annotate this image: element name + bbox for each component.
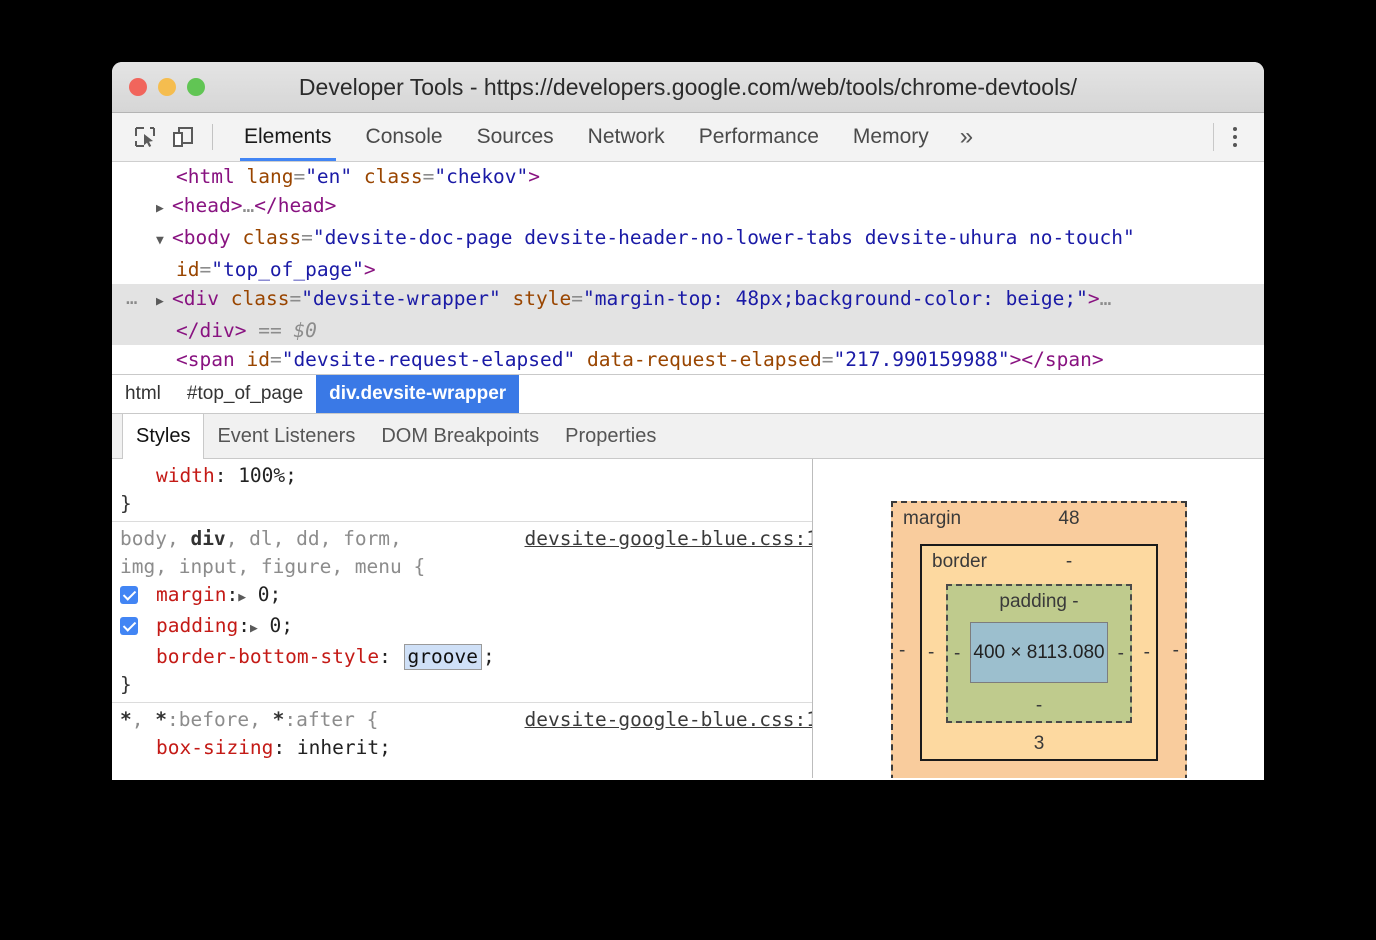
styles-pane[interactable]: width: 100%; } body, div, dl, dd, form, …	[112, 459, 813, 778]
css-rule-universal: *, *:before, *:after { devsite-google-bl…	[112, 702, 812, 765]
declaration-width[interactable]: width: 100%;	[112, 462, 812, 490]
expand-shorthand-triangle-icon[interactable]: ▶	[250, 615, 258, 643]
box-model-margin-bottom[interactable]: -	[893, 773, 1185, 778]
stylesheet-origin-link[interactable]: devsite-google-blue.css:1	[525, 525, 814, 553]
toolbar-right-group	[1213, 113, 1252, 161]
box-model-padding[interactable]: padding - - - - 400 × 8113.080	[946, 584, 1132, 723]
breadcrumb-item-html[interactable]: html	[112, 375, 174, 413]
hidden-nodes-badge[interactable]: …	[126, 284, 138, 313]
expand-shorthand-triangle-icon[interactable]: ▶	[238, 584, 246, 612]
inspect-element-icon[interactable]	[126, 120, 164, 154]
box-model-border-left[interactable]: -	[928, 642, 934, 664]
title-bar: Developer Tools - https://developers.goo…	[112, 62, 1264, 113]
tab-event-listeners[interactable]: Event Listeners	[204, 414, 368, 458]
dom-row-span-elapsed[interactable]: <span id="devsite-request-elapsed" data-…	[112, 345, 1264, 374]
css-rule-reset: body, div, dl, dd, form, devsite-google-…	[112, 521, 812, 702]
devtools-window: Developer Tools - https://developers.goo…	[112, 62, 1264, 780]
box-model-padding-label-and-top: padding -	[948, 591, 1130, 613]
tab-network[interactable]: Network	[571, 113, 682, 161]
declaration-padding[interactable]: padding:▶ 0;	[112, 612, 812, 643]
collapse-triangle-icon[interactable]	[156, 226, 172, 255]
property-value-editor[interactable]: groove	[404, 644, 482, 670]
property-name[interactable]: width	[156, 464, 215, 487]
box-model-margin-top[interactable]: 48	[893, 508, 1185, 530]
more-tabs-chevron-icon[interactable]: »	[946, 113, 987, 161]
traffic-light-group	[112, 78, 205, 96]
property-name[interactable]: box-sizing	[156, 736, 273, 759]
css-rule-partial: width: 100%; }	[112, 459, 812, 521]
panel-tabs: Elements Console Sources Network Perform…	[227, 113, 987, 161]
styles-and-boxmodel: width: 100%; } body, div, dl, dd, form, …	[112, 459, 1264, 778]
dom-row-body-continued: id="top_of_page">	[112, 255, 1264, 284]
box-model-padding-top[interactable]: -	[1072, 591, 1078, 612]
more-options-icon[interactable]	[1218, 120, 1252, 154]
tab-sources[interactable]: Sources	[460, 113, 571, 161]
property-value[interactable]: 100%	[238, 464, 285, 487]
declaration-enabled-checkbox[interactable]	[120, 617, 138, 635]
box-model-border-top[interactable]: -	[922, 551, 1156, 573]
close-window-button[interactable]	[129, 78, 147, 96]
rule-closing-brace: }	[112, 671, 812, 699]
box-model-padding-bottom[interactable]: -	[948, 695, 1130, 717]
device-toolbar-icon[interactable]	[164, 120, 202, 154]
tab-memory[interactable]: Memory	[836, 113, 946, 161]
breadcrumb-item-div-devsite-wrapper[interactable]: div.devsite-wrapper	[316, 375, 519, 413]
dom-row-html[interactable]: <html lang="en" class="chekov">	[112, 162, 1264, 191]
tab-styles[interactable]: Styles	[122, 414, 204, 459]
box-model-border-bottom[interactable]: 3	[922, 733, 1156, 755]
breadcrumb: html #top_of_page div.devsite-wrapper	[112, 374, 1264, 414]
property-value[interactable]: inherit	[297, 736, 379, 759]
css-selector-line-1[interactable]: body, div, dl, dd, form, devsite-google-…	[112, 525, 812, 553]
tab-console[interactable]: Console	[349, 113, 460, 161]
minimize-window-button[interactable]	[158, 78, 176, 96]
expand-triangle-icon[interactable]	[156, 287, 172, 316]
property-name[interactable]: padding	[156, 614, 238, 637]
property-name[interactable]: border-bottom-style	[156, 645, 379, 668]
breadcrumb-item-top-of-page[interactable]: #top_of_page	[174, 375, 316, 413]
declaration-enabled-checkbox[interactable]	[120, 586, 138, 604]
box-model-pane: margin 48 - - - border - - - 3 padding -	[813, 459, 1264, 778]
tab-dom-breakpoints[interactable]: DOM Breakpoints	[368, 414, 552, 458]
box-model-content-size[interactable]: 400 × 8113.080	[970, 622, 1108, 683]
box-model-border-right[interactable]: -	[1144, 642, 1150, 664]
styles-sidebar-tabs: Styles Event Listeners DOM Breakpoints P…	[112, 414, 1264, 459]
box-model-margin-right[interactable]: -	[1173, 640, 1179, 662]
stylesheet-origin-link[interactable]: devsite-google-blue.css:1	[525, 706, 814, 734]
property-name[interactable]: margin	[156, 583, 226, 606]
toolbar-divider	[212, 124, 213, 150]
dom-tree[interactable]: <html lang="en" class="chekov"> <head>…<…	[112, 162, 1264, 374]
declaration-margin[interactable]: margin:▶ 0;	[112, 581, 812, 612]
window-title: Developer Tools - https://developers.goo…	[112, 74, 1264, 101]
box-model-border[interactable]: border - - - 3 padding - - - - 400 × 811…	[920, 544, 1158, 761]
dom-row-body[interactable]: <body class="devsite-doc-page devsite-he…	[112, 223, 1264, 255]
box-model-padding-left[interactable]: -	[954, 643, 960, 665]
property-value[interactable]: 0	[270, 614, 282, 637]
tab-properties[interactable]: Properties	[552, 414, 669, 458]
box-model-padding-right[interactable]: -	[1118, 643, 1124, 665]
declaration-box-sizing[interactable]: box-sizing: inherit;	[112, 734, 812, 762]
expand-triangle-icon[interactable]	[156, 194, 172, 223]
box-model-padding-label: padding	[999, 591, 1067, 612]
box-model-margin-left[interactable]: -	[899, 640, 905, 662]
css-selector-line-2[interactable]: img, input, figure, menu {	[112, 553, 812, 581]
property-value[interactable]: 0	[258, 583, 270, 606]
css-selector-line-1[interactable]: *, *:before, *:after { devsite-google-bl…	[112, 706, 812, 734]
dom-row-div-close[interactable]: </div> == $0	[112, 316, 1264, 345]
toolbar-divider-right	[1213, 123, 1214, 151]
tab-performance[interactable]: Performance	[682, 113, 836, 161]
tab-elements[interactable]: Elements	[227, 113, 349, 161]
declaration-border-bottom-style[interactable]: border-bottom-style: groove;	[112, 643, 812, 671]
maximize-window-button[interactable]	[187, 78, 205, 96]
dom-row-head[interactable]: <head>…</head>	[112, 191, 1264, 223]
rule-closing-brace: }	[112, 490, 812, 518]
box-model-margin[interactable]: margin 48 - - - border - - - 3 padding -	[891, 501, 1187, 778]
devtools-toolbar: Elements Console Sources Network Perform…	[112, 113, 1264, 162]
dom-row-div-devsite-wrapper[interactable]: … <div class="devsite-wrapper" style="ma…	[112, 284, 1264, 316]
